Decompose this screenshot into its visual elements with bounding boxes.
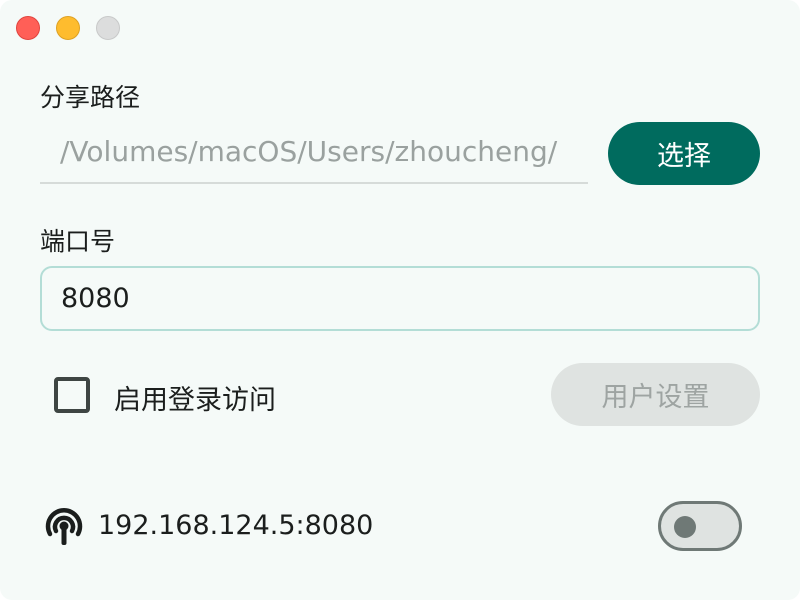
window-controls [16, 16, 120, 40]
port-label: 端口号 [40, 227, 116, 256]
server-address: 192.168.124.5:8080 [98, 510, 374, 541]
maximize-window-button[interactable] [96, 16, 120, 40]
choose-path-button[interactable]: 选择 [608, 122, 760, 185]
close-window-button[interactable] [16, 16, 40, 40]
share-path-value: /Volumes/macOS/Users/zhoucheng/ [60, 135, 558, 168]
server-toggle[interactable] [658, 501, 742, 551]
enable-login-label[interactable]: 启用登录访问 [114, 378, 276, 417]
port-value: 8080 [61, 283, 130, 314]
share-path-input[interactable]: /Volumes/macOS/Users/zhoucheng/ [40, 122, 588, 184]
share-path-label: 分享路径 [40, 83, 141, 112]
enable-login-checkbox[interactable] [54, 377, 90, 413]
server-toggle-knob [674, 516, 696, 538]
broadcast-icon [45, 508, 83, 545]
user-settings-button[interactable]: 用户设置 [551, 363, 760, 426]
port-input[interactable]: 8080 [40, 266, 760, 331]
minimize-window-button[interactable] [56, 16, 80, 40]
app-window: 分享路径 /Volumes/macOS/Users/zhoucheng/ 选择 … [0, 0, 800, 600]
